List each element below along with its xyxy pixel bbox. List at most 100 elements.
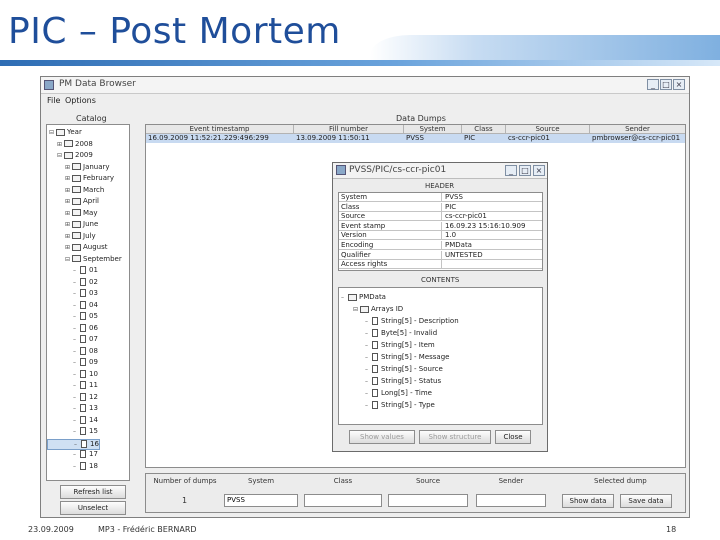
tree-folder-item[interactable]: ⊞ February — [47, 174, 114, 183]
contents-folder-item[interactable]: ⊟ Arrays ID — [339, 305, 403, 314]
contents-item-label: Long[5] - Time — [381, 389, 432, 397]
tree-folder-item[interactable]: ⊞ June — [47, 220, 98, 229]
contents-tree[interactable]: – PMData ⊟ Arrays ID – String[5] - Descriptio… — [338, 287, 543, 425]
contents-array-item[interactable]: – String[5] - Message — [339, 353, 449, 362]
tree-expander-icon[interactable]: ⊞ — [65, 197, 72, 206]
tree-expander-icon[interactable]: ⊞ — [65, 186, 72, 195]
tree-connector-icon: – — [73, 347, 76, 355]
table-cell[interactable]: 13.09.2009 11:50:11 — [294, 134, 404, 143]
refresh-list-button[interactable]: Refresh list — [60, 485, 126, 499]
tree-expander-icon[interactable]: ⊟ — [57, 151, 64, 160]
tree-day-item[interactable]: – 05 — [47, 312, 98, 321]
tree-folder-item[interactable]: ⊞ May — [47, 209, 97, 218]
tree-folder-item[interactable]: ⊞ March — [47, 186, 104, 195]
tree-day-item[interactable]: – 07 — [47, 335, 98, 344]
tree-expander-icon[interactable]: ⊞ — [57, 140, 64, 149]
tree-day-item[interactable]: – 15 — [47, 427, 98, 436]
contents-array-item[interactable]: – String[5] - Source — [339, 365, 443, 374]
catalog-tree[interactable]: ⊟ Year ⊞ 2008 ⊟ 2009 ⊞ January ⊞ February ⊞ March ⊞ A… — [46, 124, 130, 481]
tree-day-item[interactable]: – 13 — [47, 404, 98, 413]
table-cell[interactable]: PIC — [462, 134, 506, 143]
tree-item-label: 13 — [89, 404, 98, 412]
folder-icon — [64, 151, 73, 159]
tree-folder-item[interactable]: ⊟ September — [47, 255, 122, 264]
table-cell[interactable]: cs-ccr-pic01 — [506, 134, 590, 143]
tree-expander-icon[interactable]: ⊟ — [49, 128, 56, 137]
tree-day-item[interactable]: – 16 — [47, 438, 100, 450]
show-data-button[interactable]: Show data — [562, 494, 614, 508]
column-header[interactable]: System — [404, 125, 462, 134]
close-button[interactable]: × — [673, 79, 685, 90]
unselect-button[interactable]: Unselect — [60, 501, 126, 515]
filter-source-input[interactable] — [388, 494, 468, 507]
contents-array-item[interactable]: – String[5] - Description — [339, 317, 459, 326]
header-key: Qualifier — [341, 250, 371, 259]
tree-folder-item[interactable]: ⊞ 2008 — [47, 140, 93, 149]
tree-day-item[interactable]: – 14 — [47, 415, 98, 425]
tree-day-item[interactable]: – 12 — [47, 392, 98, 402]
tree-day-item[interactable]: – 03 — [47, 289, 98, 298]
tree-day-item[interactable]: – 02 — [47, 277, 98, 287]
tree-folder-item[interactable]: ⊞ April — [47, 197, 99, 206]
column-header[interactable]: Source — [506, 125, 590, 134]
table-cell[interactable]: PVSS — [404, 134, 462, 143]
tree-expander-icon[interactable]: ⊞ — [65, 174, 72, 183]
tree-expander-icon[interactable]: ⊞ — [65, 220, 72, 229]
save-data-button[interactable]: Save data — [620, 494, 672, 508]
tree-day-item[interactable]: – 09 — [47, 358, 98, 367]
maximize-button[interactable]: □ — [660, 79, 672, 90]
tree-expander-icon[interactable]: ⊞ — [65, 243, 72, 252]
tree-connector-icon: – — [365, 318, 368, 325]
column-header[interactable]: Event timestamp — [146, 125, 294, 134]
dialog-close-button[interactable]: × — [533, 165, 545, 176]
table-cell[interactable]: pmbrowser@cs-ccr-pic01 — [590, 134, 685, 143]
tree-folder-item[interactable]: ⊞ August — [47, 243, 108, 252]
tree-expander-icon[interactable]: ⊞ — [65, 209, 72, 218]
column-header[interactable]: Class — [462, 125, 506, 134]
tree-expander-icon[interactable]: ⊞ — [65, 163, 72, 172]
tree-expander-icon[interactable]: ⊟ — [65, 255, 72, 264]
tree-folder-item[interactable]: ⊟ Year — [47, 128, 82, 137]
folder-icon — [64, 140, 73, 147]
tree-folder-item[interactable]: ⊟ 2009 — [47, 151, 93, 160]
dialog-close-text-button[interactable]: Close — [495, 430, 531, 444]
tree-connector-icon: – — [365, 402, 368, 409]
filter-sender-input[interactable] — [476, 494, 546, 507]
contents-array-item[interactable]: – Long[5] - Time — [339, 389, 432, 398]
column-header[interactable]: Fill number — [294, 125, 404, 134]
menu-file[interactable]: File — [47, 96, 60, 105]
tree-connector-icon: – — [365, 342, 368, 349]
tree-day-item[interactable]: – 01 — [47, 266, 98, 275]
tree-folder-item[interactable]: ⊞ July — [47, 232, 96, 241]
tree-day-item[interactable]: – 18 — [47, 461, 98, 471]
contents-folder-item[interactable]: – PMData — [339, 293, 386, 302]
show-values-button[interactable]: Show values — [349, 430, 415, 444]
contents-item-label: String[5] - Description — [381, 317, 459, 325]
minimize-button[interactable]: _ — [647, 79, 659, 90]
header-value: PIC — [441, 202, 541, 212]
tree-folder-item[interactable]: ⊞ January — [47, 163, 110, 172]
tree-day-item[interactable]: – 17 — [47, 450, 98, 459]
filter-system-input[interactable]: PVSS — [224, 494, 298, 507]
show-structure-button[interactable]: Show structure — [419, 430, 491, 444]
tree-day-item[interactable]: – 08 — [47, 346, 98, 356]
tree-day-item[interactable]: – 04 — [47, 300, 98, 310]
menu-options[interactable]: Options — [65, 96, 96, 105]
tree-expander-icon[interactable]: ⊞ — [65, 232, 72, 241]
tree-connector-icon: – — [73, 278, 76, 286]
tree-day-item[interactable]: – 06 — [47, 323, 98, 333]
contents-array-item[interactable]: – String[5] - Item — [339, 341, 435, 350]
contents-array-item[interactable]: – Byte[5] - Invalid — [339, 329, 437, 338]
column-header[interactable]: Sender — [590, 125, 685, 134]
dialog-minimize-button[interactable]: _ — [505, 165, 517, 176]
document-icon — [372, 365, 378, 373]
filter-class-input[interactable] — [304, 494, 382, 507]
contents-array-item[interactable]: – String[5] - Type — [339, 401, 435, 410]
document-icon — [80, 427, 86, 435]
tree-day-item[interactable]: – 10 — [47, 369, 98, 379]
tree-expander-icon[interactable]: ⊟ — [353, 305, 360, 314]
dialog-maximize-button[interactable]: □ — [519, 165, 531, 176]
contents-array-item[interactable]: – String[5] - Status — [339, 377, 441, 386]
table-cell[interactable]: 16.09.2009 11:52:21.229:496:299 — [146, 134, 294, 143]
tree-day-item[interactable]: – 11 — [47, 381, 98, 390]
